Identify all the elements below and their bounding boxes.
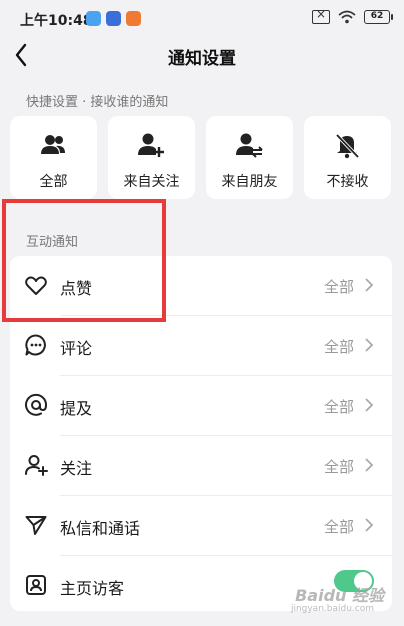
chevron-right-icon [365,458,374,472]
quick-option-label: 不接收 [326,174,369,190]
row-label: 点赞 [60,279,93,298]
quick-option-label: 来自朋友 [221,174,278,190]
chevron-right-icon [365,398,374,412]
chevron-right-icon [365,338,374,352]
bell-off-icon [335,133,360,159]
chevron-right-icon [365,278,374,292]
row-mentions[interactable]: 提及 全部 [10,376,392,435]
user-plus-icon [25,455,48,476]
row-label: 提及 [60,399,93,418]
chevron-right-icon [365,518,374,532]
profile-icon [26,575,46,595]
row-label: 私信和通话 [60,519,141,538]
app-notification-icon [86,11,101,26]
row-label: 评论 [60,339,93,358]
comment-icon [25,334,46,356]
row-label: 主页访客 [60,579,125,598]
heart-icon [25,276,47,295]
header: 通知设置 [0,40,404,72]
row-value: 全部 [323,278,354,296]
row-comments[interactable]: 评论 全部 [10,316,392,375]
at-icon [25,393,48,416]
row-label: 关注 [60,459,93,478]
no-sim-icon [312,7,330,24]
status-time: 上午10:48 [20,13,93,29]
users-icon [41,135,65,154]
quick-option-label: 来自关注 [123,174,180,190]
quick-option-label: 全部 [39,174,68,190]
battery-indicator: 62 [364,10,393,24]
row-follows[interactable]: 关注 全部 [10,436,392,495]
quick-settings: 全部 来自关注 来自朋友 不接收 [10,116,391,199]
quick-settings-label: 快捷设置 · 接收谁的通知 [26,95,169,110]
row-value: 全部 [323,518,354,536]
interaction-section-label: 互动通知 [26,235,79,250]
quick-option-friends[interactable]: 来自朋友 [206,116,293,199]
status-bar: 上午10:48 62 [0,0,404,40]
quick-option-all[interactable]: 全部 [10,116,97,199]
wifi-icon [338,10,356,24]
row-value: 全部 [323,458,354,476]
user-swap-icon [236,133,263,158]
send-icon [25,516,47,535]
row-value: 全部 [323,338,354,356]
app-notification-icon [106,11,121,26]
row-likes[interactable]: 点赞 全部 [10,256,392,315]
watermark: Baidu 经验 [295,586,384,605]
quick-option-following[interactable]: 来自关注 [108,116,195,199]
status-indicators: 62 [312,7,393,24]
user-plus-icon [138,133,164,157]
row-messages-calls[interactable]: 私信和通话 全部 [10,496,392,555]
app-notification-icon [126,11,141,26]
row-value: 全部 [323,398,354,416]
interaction-list: 点赞 全部 评论 全部 提及 全部 关注 全部 私信和通话 全部 主页访客 [10,256,392,611]
watermark-url: jingyan.baidu.com [290,604,374,614]
page-title: 通知设置 [168,49,236,69]
quick-option-off[interactable]: 不接收 [304,116,391,199]
